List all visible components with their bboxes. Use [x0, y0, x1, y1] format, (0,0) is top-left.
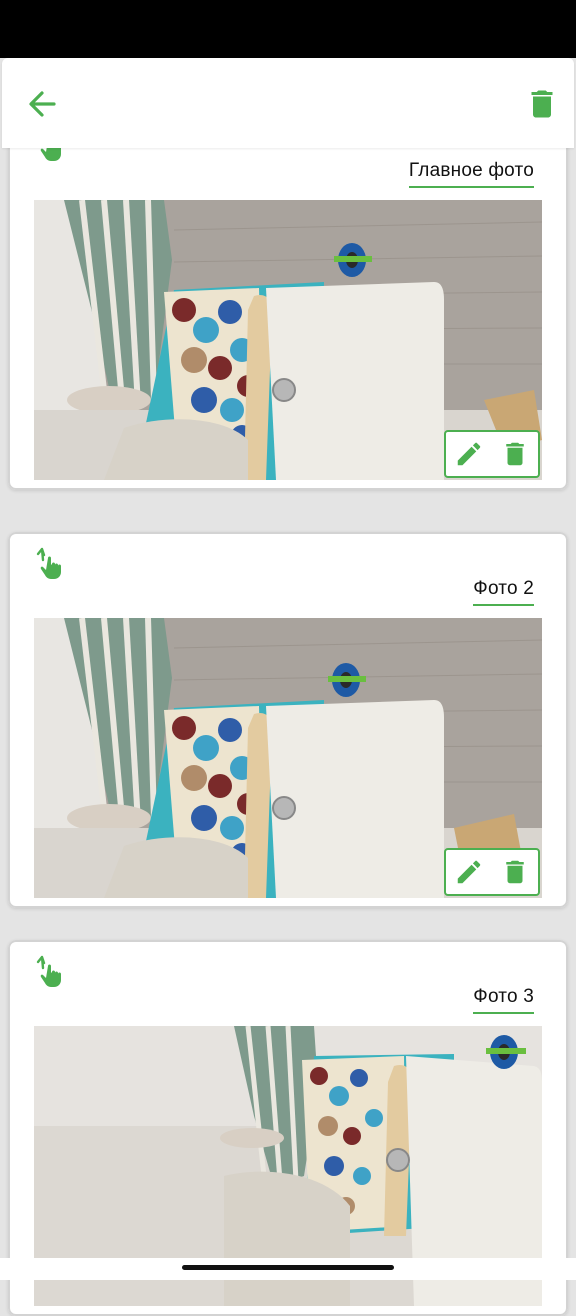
arrow-left-icon[interactable]: [24, 86, 64, 122]
photo-image[interactable]: [34, 200, 542, 480]
photo-card-main: Главное фото: [8, 114, 568, 490]
status-bar: [0, 0, 576, 58]
photo-label: Фото 2: [473, 578, 534, 606]
photo-label: Главное фото: [408, 160, 534, 188]
drag-hand-icon[interactable]: [34, 954, 70, 990]
photo-card-2: Фото 2: [8, 532, 568, 908]
trash-icon[interactable]: [500, 857, 530, 887]
pencil-icon[interactable]: [454, 857, 484, 887]
photo-label: Фото 3: [473, 986, 534, 1014]
photo-image[interactable]: [34, 618, 542, 898]
home-indicator[interactable]: [182, 1265, 394, 1270]
app-bar: [2, 58, 574, 148]
photo-actions: [444, 848, 540, 896]
photo-actions: [444, 430, 540, 478]
drag-hand-icon[interactable]: [34, 546, 70, 582]
pencil-icon[interactable]: [454, 439, 484, 469]
trash-icon[interactable]: [500, 439, 530, 469]
trash-icon[interactable]: [524, 86, 560, 122]
